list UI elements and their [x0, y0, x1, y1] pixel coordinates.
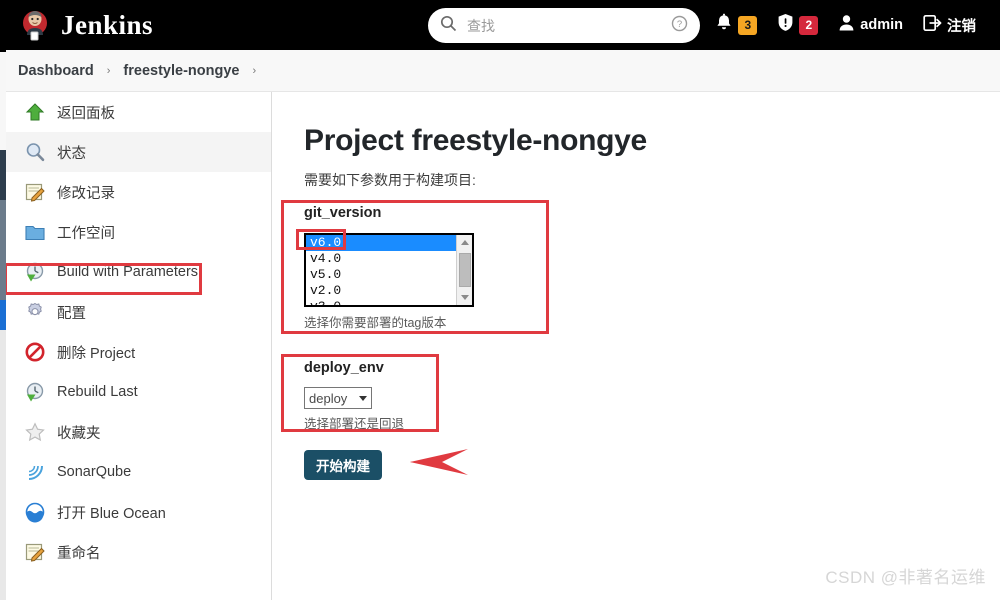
star-icon [24, 421, 46, 443]
bell-icon [715, 13, 733, 37]
listbox-option[interactable]: v2.0 [306, 283, 456, 299]
parameter-help-text: 选择你需要部署的tag版本 [304, 316, 447, 330]
svg-text:?: ? [677, 19, 682, 30]
sidebar-label: Rebuild Last [57, 384, 138, 400]
alerts-button[interactable]: 2 [767, 0, 828, 50]
search-box[interactable]: ? [428, 8, 700, 43]
parameter-name-label: git_version [304, 205, 382, 221]
gear-icon [24, 301, 46, 323]
sidebar-item-changes[interactable]: 修改记录 [6, 172, 271, 212]
jenkins-brand[interactable]: Jenkins [0, 8, 153, 42]
sidebar-item-rebuild-last[interactable]: Rebuild Last [6, 372, 271, 412]
sidebar-item-workspace[interactable]: 工作空间 [6, 212, 271, 252]
select-value: deploy [309, 390, 348, 406]
main-content: Project freestyle-nongye 需要如下参数用于构建项目: g… [273, 92, 1000, 600]
header-actions: 3 2 admin 注销 [705, 0, 986, 50]
shield-exclamation-icon [777, 13, 794, 37]
sidebar-item-delete-project[interactable]: 删除 Project [6, 332, 271, 372]
sidebar-item-status[interactable]: 状态 [6, 132, 271, 172]
parameter-deploy-env: deploy_env deploy 选择部署还是回退 [304, 360, 404, 432]
sidebar-item-configure[interactable]: 配置 [6, 292, 271, 332]
sonarqube-icon [24, 461, 46, 483]
breadcrumb-item-dashboard[interactable]: Dashboard [18, 63, 94, 79]
sidebar-label: 打开 Blue Ocean [57, 505, 166, 522]
breadcrumb-separator-2: › [252, 64, 257, 77]
person-icon [838, 14, 855, 37]
sidebar-item-back-to-dashboard[interactable]: 返回面板 [6, 92, 271, 132]
chevron-down-icon [359, 395, 367, 401]
page-title: Project freestyle-nongye [304, 124, 647, 157]
annotation-arrow-to-build-button [410, 449, 468, 475]
logout-label: 注销 [947, 18, 976, 35]
deploy-env-select[interactable]: deploy [304, 387, 372, 409]
start-build-button[interactable]: 开始构建 [304, 450, 382, 480]
notepad-pencil-icon [24, 181, 46, 203]
logout-button[interactable]: 注销 [913, 0, 986, 50]
notifications-badge: 3 [738, 15, 758, 35]
logout-icon [923, 14, 942, 37]
sidebar-label: Build with Parameters [57, 264, 199, 280]
git-version-listbox[interactable]: v6.0 v4.0 v5.0 v2.0 v3.0 [304, 233, 474, 307]
sidebar-item-sonarqube[interactable]: SonarQube [6, 452, 271, 492]
top-header-bar: Jenkins ? [0, 0, 1000, 50]
sidebar: 返回面板 状态 修改记录 工作空间 Build with Parameters … [6, 92, 272, 600]
sidebar-item-build-with-parameters[interactable]: Build with Parameters [6, 252, 271, 292]
listbox-scrollbar[interactable] [456, 235, 472, 305]
left-edge-artifact [0, 0, 6, 600]
listbox-option[interactable]: v5.0 [306, 267, 456, 283]
sidebar-label: 收藏夹 [57, 425, 101, 442]
listbox-option[interactable]: v3.0 [306, 299, 456, 305]
notifications-button[interactable]: 3 [705, 0, 767, 50]
clock-play-icon [24, 261, 46, 283]
sidebar-label: 删除 Project [57, 345, 136, 362]
watermark: CSDN @非著名运维 [825, 568, 986, 587]
up-arrow-icon [24, 101, 46, 123]
parameter-help-text: 选择部署还是回退 [304, 417, 405, 431]
sidebar-label: 工作空间 [57, 225, 115, 242]
folder-icon [24, 221, 46, 243]
sidebar-label: 修改记录 [57, 185, 115, 202]
listbox-option-selected[interactable]: v6.0 [306, 235, 456, 251]
search-input[interactable] [457, 16, 671, 35]
sidebar-item-blue-ocean[interactable]: 打开 Blue Ocean [6, 492, 271, 532]
sidebar-label: 状态 [57, 145, 86, 162]
breadcrumb: Dashboard › freestyle-nongye › [0, 50, 1000, 92]
search-icon [440, 15, 457, 37]
help-circle-icon[interactable]: ? [671, 15, 688, 37]
blue-ocean-icon [24, 501, 46, 523]
sidebar-item-favorites[interactable]: 收藏夹 [6, 412, 271, 452]
listbox-option[interactable]: v4.0 [306, 251, 456, 267]
listbox-options: v6.0 v4.0 v5.0 v2.0 v3.0 [306, 235, 456, 305]
sidebar-label: 配置 [57, 305, 86, 322]
alerts-badge: 2 [799, 15, 819, 35]
scroll-up-arrow-icon[interactable] [457, 235, 472, 250]
jenkins-butler-logo-icon [18, 8, 52, 42]
user-name: admin [860, 17, 903, 33]
magnifier-icon [24, 141, 46, 163]
breadcrumb-separator: › [106, 64, 111, 77]
clock-play-icon [24, 381, 46, 403]
breadcrumb-item-job[interactable]: freestyle-nongye [123, 63, 239, 79]
parameter-name-label: deploy_env [304, 360, 384, 376]
notepad-pencil-icon [24, 541, 46, 563]
user-menu[interactable]: admin [828, 0, 913, 50]
parameter-git-version: git_version v6.0 v4.0 v5.0 v2.0 v3.0 选择你… [304, 205, 474, 331]
scrollbar-thumb[interactable] [459, 253, 471, 287]
parameters-description: 需要如下参数用于构建项目: [304, 172, 476, 188]
sidebar-label: 返回面板 [57, 105, 115, 122]
sidebar-label: SonarQube [57, 464, 132, 480]
sidebar-item-rename[interactable]: 重命名 [6, 532, 271, 572]
jenkins-build-with-parameters-page: Jenkins ? [0, 0, 1000, 600]
no-entry-icon [24, 341, 46, 363]
scroll-down-arrow-icon[interactable] [457, 290, 472, 305]
brand-title: Jenkins [61, 9, 154, 40]
sidebar-label: 重命名 [57, 545, 101, 562]
